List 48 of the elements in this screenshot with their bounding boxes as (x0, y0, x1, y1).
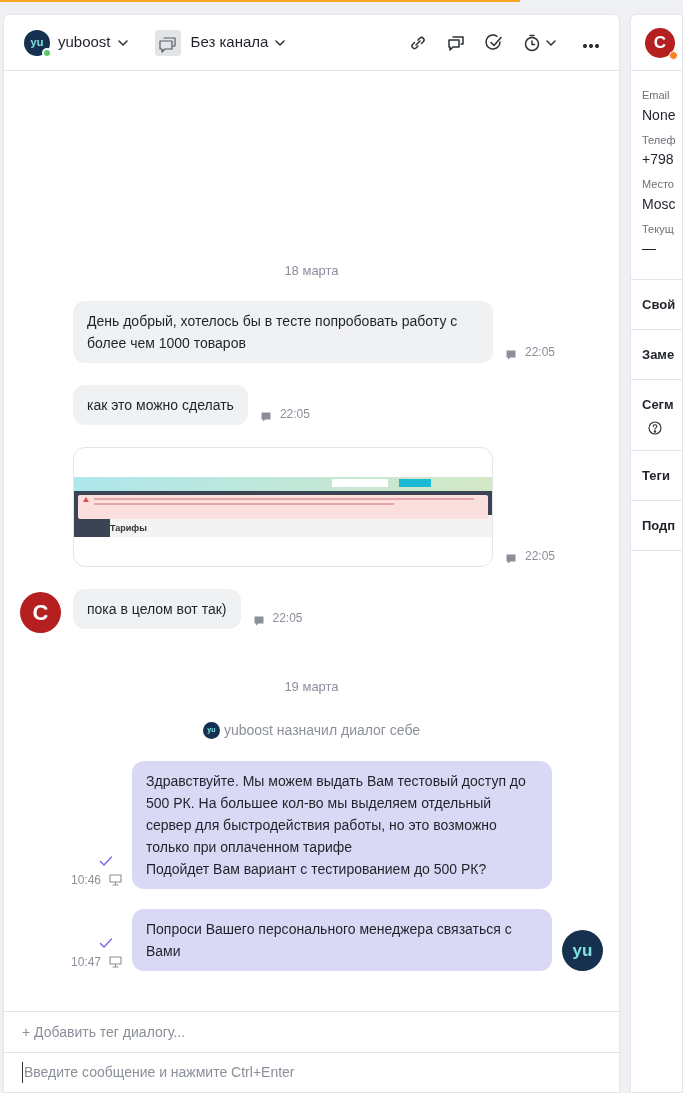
message-bubble: как это можно сделать (73, 384, 248, 425)
message-bubble: Попроси Вашего персонального менеджера связаться с Вами (132, 909, 552, 971)
field-value: None (642, 105, 677, 125)
field-label: Текущ (642, 221, 675, 237)
message-bubble: Здравствуйте. Мы можем выдать Вам тестовый доступ до 500 РК. На большее кол-во мы выделяем отдельный сервер для быстродействия работы, но это возможно только при оплаченном тарифе Подойдет Вам вариант с тестированием до 500 РК? (132, 761, 552, 889)
attachment-card[interactable]: Тарифы (73, 446, 493, 567)
field-value: Mosc (642, 194, 677, 214)
message-bubble: пока в целом вот так) (73, 588, 241, 629)
section-header[interactable]: Подп (642, 515, 682, 536)
monitor-icon (109, 874, 122, 886)
section-header[interactable]: Теги (642, 465, 682, 486)
agent-dropdown[interactable]: yuboost (58, 31, 129, 54)
message-time: 10:47 (70, 954, 101, 971)
attachment-caption: Тарифы (110, 522, 147, 535)
field-label: Место (642, 177, 675, 192)
message-time: 10:46 (70, 872, 101, 889)
section-header[interactable]: Заме (642, 344, 682, 365)
message-time: 22:05 (279, 405, 310, 423)
system-message: yuboost назначил диалог себе (223, 721, 421, 740)
field-value: — (642, 239, 657, 258)
timer-icon (522, 32, 542, 53)
message-time: 22:05 (272, 609, 303, 627)
message-input[interactable]: Введите сообщение и нажмите Ctrl+Enter (22, 1062, 601, 1083)
monitor-icon (109, 956, 122, 968)
section-header[interactable]: Сегм (642, 395, 682, 415)
chat-bubbles-icon (154, 29, 181, 56)
contact-avatar: C (20, 591, 61, 633)
comment-icon (252, 614, 265, 627)
field-label: Телеф (642, 132, 677, 148)
agent-avatar: yu (562, 930, 603, 971)
message-bubble: День добрый, хотелось бы в тесте попробовать работу с более чем 1000 товаров (73, 300, 493, 363)
check-circle-icon (484, 32, 504, 53)
channel-dropdown[interactable]: Без канала (190, 31, 287, 54)
field-label: Email (642, 88, 671, 103)
contact-avatar: C (645, 27, 675, 58)
comment-icon (505, 348, 517, 361)
check-circle-button[interactable] (484, 32, 504, 53)
comment-icon (505, 552, 517, 565)
timer-button[interactable] (522, 32, 557, 53)
date-separator: 19 марта (283, 677, 340, 696)
section-header[interactable]: Свой (642, 294, 682, 315)
more-icon (583, 43, 599, 48)
field-value: +798 (642, 150, 675, 169)
comment-icon (259, 410, 272, 423)
message-time: 22:05 (525, 343, 556, 361)
message-time: 22:05 (525, 547, 556, 565)
date-separator: 18 марта (283, 262, 340, 280)
agent-avatar: yu (24, 29, 50, 56)
